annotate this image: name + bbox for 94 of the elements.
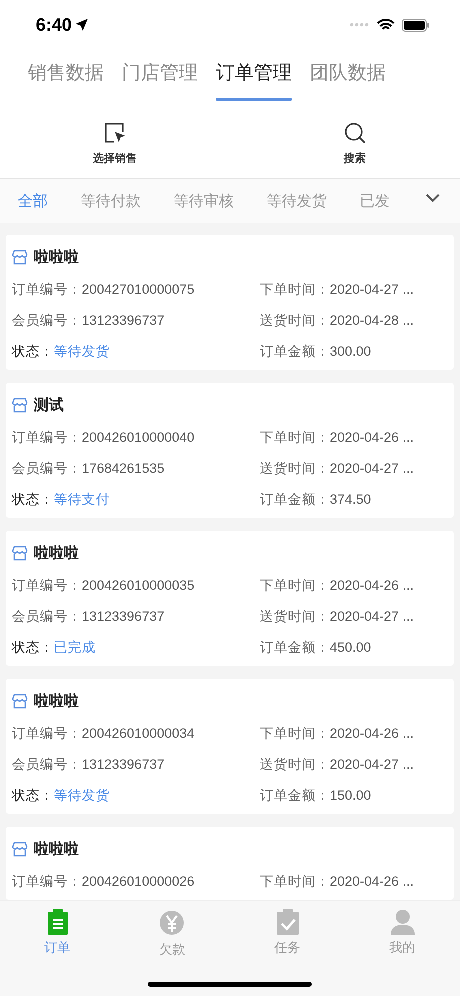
field-value: 200426010000026	[82, 874, 195, 889]
store-name: 啦啦啦	[34, 840, 79, 858]
field-value: 2020-04-27 ...	[330, 757, 414, 772]
shop-icon	[12, 694, 28, 708]
field-value: 200426010000035	[82, 578, 195, 593]
field-value: 200426010000040	[82, 430, 195, 445]
field-label: 会员编号：	[12, 608, 82, 626]
bottom-tab[interactable]: 欠款	[115, 909, 230, 959]
field-label: 订单编号：	[12, 724, 82, 742]
shop-icon	[12, 250, 28, 264]
field-value: 374.50	[330, 492, 372, 507]
chevron-down-icon[interactable]	[426, 194, 440, 203]
field-label: 送货时间：	[260, 756, 330, 774]
field-label: 状态：	[12, 786, 54, 804]
field-value: 200427010000075	[82, 282, 195, 297]
filter-tab[interactable]: 已发	[360, 192, 390, 210]
top-tab[interactable]: 门店管理	[122, 60, 198, 108]
field-label: 订单金额：	[260, 786, 330, 804]
top-tab[interactable]: 团队数据	[310, 60, 386, 108]
field-value: 13123396737	[82, 609, 165, 624]
field-label: 会员编号：	[12, 460, 82, 478]
order-status: 等待发货	[54, 342, 110, 360]
field-value: 150.00	[330, 788, 372, 803]
shop-icon	[12, 842, 28, 856]
order-card[interactable]: 啦啦啦 订单编号：200427010000075 下单时间：2020-04-27 ... 会员编号：13123396737 送货时间：2020-04-28 ... 状态：等待发货 订单金额：300.00	[6, 235, 454, 370]
field-label: 订单编号：	[12, 872, 82, 890]
order-card[interactable]: 啦啦啦 订单编号：200426010000034 下单时间：2020-04-26 ... 会员编号：13123396737 送货时间：2020-04-27 ... 状态：等待发货 订单金额：150.00	[6, 679, 454, 814]
top-tab[interactable]: 订单管理	[216, 60, 292, 108]
field-value: 17684261535	[82, 461, 165, 476]
field-label: 下单时间：	[260, 280, 330, 298]
field-label: 下单时间：	[260, 428, 330, 446]
pointer-square-icon	[103, 120, 127, 144]
order-card[interactable]: 啦啦啦 订单编号：200426010000035 下单时间：2020-04-26 ... 会员编号：13123396737 送货时间：2020-04-27 ... 状态：已完成 订单金额：450.00	[6, 531, 454, 666]
store-name: 测试	[34, 396, 64, 414]
field-label: 订单金额：	[260, 490, 330, 508]
bottom-tab[interactable]: 订单	[0, 909, 115, 957]
field-value: 2020-04-28 ...	[330, 313, 414, 328]
field-value: 2020-04-27 ...	[330, 282, 414, 297]
field-label: 订单金额：	[260, 638, 330, 656]
search-button[interactable]: 搜索	[343, 120, 367, 166]
wifi-icon	[377, 18, 395, 32]
field-value: 13123396737	[82, 757, 165, 772]
store-name: 啦啦啦	[34, 248, 79, 266]
store-name: 啦啦啦	[34, 544, 79, 562]
field-label: 订单编号：	[12, 428, 82, 446]
battery-icon	[402, 18, 430, 32]
order-card[interactable]: 啦啦啦 订单编号：200426010000026 下单时间：2020-04-26 ...	[6, 827, 454, 900]
filter-tab[interactable]: 等待发货	[267, 192, 327, 210]
field-value: 2020-04-26 ...	[330, 578, 414, 593]
field-value: 200426010000034	[82, 726, 195, 741]
field-value: 2020-04-26 ...	[330, 874, 414, 889]
field-value: 2020-04-26 ...	[330, 726, 414, 741]
order-card[interactable]: 测试 订单编号：200426010000040 下单时间：2020-04-26 ... 会员编号：17684261535 送货时间：2020-04-27 ... 状态：等待支付 订单金额：374.50	[6, 383, 454, 518]
status-time: 6:40	[36, 14, 72, 36]
yen-coin-icon	[158, 909, 186, 937]
filter-tab[interactable]: 全部	[18, 192, 48, 210]
shop-icon	[12, 546, 28, 560]
field-label: 会员编号：	[12, 756, 82, 774]
bottom-tab[interactable]: 我的	[345, 909, 460, 957]
person-icon	[390, 909, 416, 935]
select-button[interactable]: 选择销售	[93, 120, 137, 166]
field-label: 状态：	[12, 638, 54, 656]
location-arrow-icon	[76, 19, 88, 31]
field-label: 送货时间：	[260, 608, 330, 626]
bottom-tab[interactable]: 任务	[230, 909, 345, 957]
field-value: 2020-04-26 ...	[330, 430, 414, 445]
filter-tab[interactable]: 等待审核	[174, 192, 234, 210]
field-value: 13123396737	[82, 313, 165, 328]
field-label: 送货时间：	[260, 312, 330, 330]
field-value: 2020-04-27 ...	[330, 461, 414, 476]
store-name: 啦啦啦	[34, 692, 79, 710]
field-label: 下单时间：	[260, 576, 330, 594]
field-label: 会员编号：	[12, 312, 82, 330]
field-label: 订单编号：	[12, 280, 82, 298]
filter-tab[interactable]: 等待付款	[81, 192, 141, 210]
shop-icon	[12, 398, 28, 412]
order-status: 已完成	[54, 638, 96, 656]
field-label: 下单时间：	[260, 872, 330, 890]
order-status: 等待发货	[54, 786, 110, 804]
clipboard-icon	[46, 909, 68, 935]
field-value: 2020-04-27 ...	[330, 609, 414, 624]
field-label: 送货时间：	[260, 460, 330, 478]
field-value: 450.00	[330, 640, 372, 655]
signal-icon	[350, 23, 370, 27]
search-icon	[343, 120, 367, 144]
field-value: 300.00	[330, 344, 372, 359]
clipboard-check-icon	[276, 909, 300, 935]
field-label: 状态：	[12, 490, 54, 508]
field-label: 订单金额：	[260, 342, 330, 360]
field-label: 状态：	[12, 342, 54, 360]
field-label: 下单时间：	[260, 724, 330, 742]
order-status: 等待支付	[54, 490, 110, 508]
field-label: 订单编号：	[12, 576, 82, 594]
top-tab[interactable]: 销售数据	[28, 60, 104, 108]
